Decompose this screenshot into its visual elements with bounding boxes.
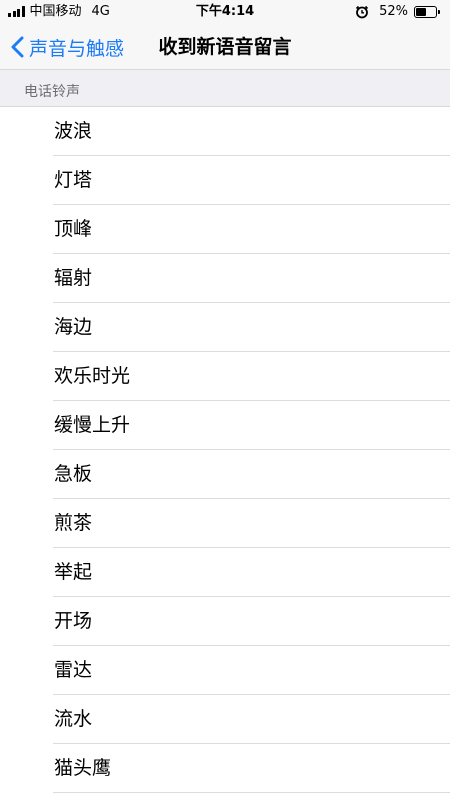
battery-icon	[414, 5, 440, 18]
ringtone-label: 顶峰	[54, 218, 93, 240]
ringtone-label: 波浪	[54, 120, 93, 142]
ringtone-label: 灯塔	[54, 169, 93, 191]
ringtone-label: 海边	[54, 316, 93, 338]
alarm-icon	[356, 5, 369, 18]
ringtone-label: 急板	[54, 463, 93, 485]
ringtone-label: 欢乐时光	[54, 365, 131, 387]
ringtone-row[interactable]: 急板	[0, 450, 450, 499]
ringtone-row[interactable]: 顶峰	[0, 205, 450, 254]
ringtone-row[interactable]: 雷达	[0, 646, 450, 695]
ringtone-label: 流水	[54, 708, 93, 730]
ringtone-label: 雷达	[54, 659, 93, 681]
page-title: 收到新语音留言	[158, 36, 292, 58]
ringtone-row[interactable]: 缓慢上升	[0, 401, 450, 450]
ringtone-label: 煎茶	[54, 512, 93, 534]
ringtone-row[interactable]: 辐射	[0, 254, 450, 303]
ringtone-row[interactable]: 灯塔	[0, 156, 450, 205]
ringtone-label: 猫头鹰	[54, 757, 112, 779]
ringtone-label: 缓慢上升	[54, 414, 131, 436]
ringtone-row[interactable]: 举起	[0, 548, 450, 597]
ringtone-row[interactable]: 流水	[0, 695, 450, 744]
status-right: 52%	[355, 4, 440, 19]
battery-percent: 52%	[379, 4, 408, 19]
section-header: 电话铃声	[0, 70, 450, 107]
navigation-bar: 声音与触感 收到新语音留言	[0, 24, 450, 70]
status-bar: 中国移动 4G 下午4:14 52%	[0, 0, 450, 24]
section-header-label: 电话铃声	[24, 84, 80, 100]
ringtone-label: 辐射	[54, 267, 93, 289]
ringtone-row[interactable]: 猫头鹰	[0, 744, 450, 793]
ringtone-row[interactable]: 欢乐时光	[0, 352, 450, 401]
ringtone-list: 波浪灯塔顶峰辐射海边欢乐时光缓慢上升急板煎茶举起开场雷达流水猫头鹰	[0, 107, 450, 793]
ringtone-label: 开场	[54, 610, 93, 632]
ringtone-row[interactable]: 海边	[0, 303, 450, 352]
ringtone-label: 举起	[54, 561, 93, 583]
ringtone-row[interactable]: 煎茶	[0, 499, 450, 548]
ringtone-row[interactable]: 波浪	[0, 107, 450, 156]
ringtone-row[interactable]: 开场	[0, 597, 450, 646]
